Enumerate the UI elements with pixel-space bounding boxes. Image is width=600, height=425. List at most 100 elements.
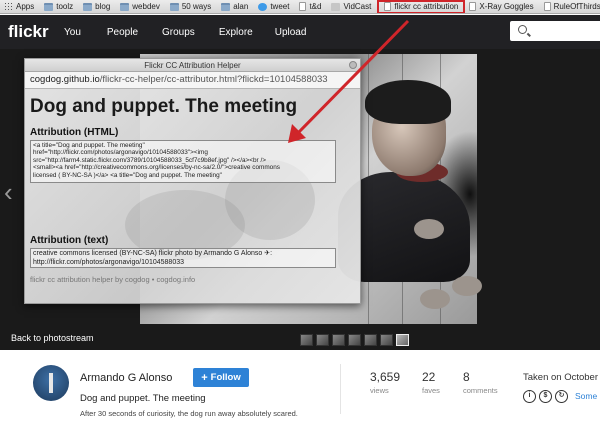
cc-sa-icon[interactable]: ↻ xyxy=(555,390,568,403)
bookmark-t-d[interactable]: t&d xyxy=(295,0,327,13)
taken-on-date: Taken on October xyxy=(523,372,598,383)
bookmark-vidcast[interactable]: VidCast xyxy=(327,0,377,13)
apps-icon xyxy=(4,2,13,11)
owner-name[interactable]: Armando G Alonso xyxy=(80,372,172,384)
stat-label: comments xyxy=(463,386,498,395)
stat-label: faves xyxy=(422,386,440,395)
code-line: href="http://flickr.com/photos/argonavig… xyxy=(33,149,208,157)
search-input[interactable] xyxy=(510,21,600,41)
photo-title: Dog and puppet. The meeting xyxy=(80,393,206,404)
folder-icon xyxy=(169,2,179,11)
code-line: src="http://farm4.static.flickr.com/3789… xyxy=(33,156,266,164)
photo-description: After 30 seconds of curiosity, the dog r… xyxy=(80,409,298,418)
photostream-thumbnail[interactable] xyxy=(332,334,345,346)
html-attribution-textarea[interactable]: <a title="Dog and puppet. The meeting" hr… xyxy=(30,140,336,183)
photo-title-heading: Dog and puppet. The meeting xyxy=(30,96,298,117)
photostream-thumbnail[interactable] xyxy=(364,334,377,346)
popup-content: Dog and puppet. The meeting Attribution … xyxy=(25,90,360,303)
bookmark-apps[interactable]: Apps xyxy=(0,0,40,13)
vidcast-icon xyxy=(331,2,341,11)
some-rights-link[interactable]: Some r xyxy=(575,391,600,401)
flickr-logo[interactable]: flickr xyxy=(8,22,64,42)
url-host: cogdog.github.io xyxy=(30,74,100,85)
license-icons[interactable]: i $ ↻ xyxy=(523,390,568,403)
bookmark-toolz[interactable]: toolz xyxy=(40,0,79,13)
photostream-thumbnail[interactable] xyxy=(396,334,409,346)
text-attribution-textarea[interactable]: creative commons licensed (BY-NC-SA) fli… xyxy=(30,248,336,268)
window-close-icon[interactable] xyxy=(349,61,357,69)
page-icon xyxy=(384,2,392,11)
code-line: <small><a href="http://creativecommons.o… xyxy=(33,164,280,172)
nav-upload[interactable]: Upload xyxy=(275,27,307,38)
previous-photo-icon[interactable]: ‹ xyxy=(4,177,13,208)
bookmark-label: flickr cc attribution xyxy=(394,2,459,11)
photostream-thumbnail[interactable] xyxy=(348,334,361,346)
text-attribution-label: Attribution (text) xyxy=(30,235,109,246)
url-bar[interactable]: cogdog.github.io/flickr-cc-helper/cc-att… xyxy=(25,72,360,89)
window-titlebar: Flickr CC Attribution Helper xyxy=(25,59,360,72)
bookmark-flickr-cc-attribution[interactable]: flickr cc attribution xyxy=(377,0,466,13)
html-attribution-label: Attribution (HTML) xyxy=(30,127,119,138)
photo-footer: Back to photostream xyxy=(0,329,600,350)
bookmark-label: tweet xyxy=(270,2,290,11)
bookmark-label: VidCast xyxy=(343,2,372,11)
nav-explore[interactable]: Explore xyxy=(219,27,253,38)
nav-you[interactable]: You xyxy=(64,27,81,38)
puppet-hand xyxy=(420,289,450,309)
bookmark-label: webdev xyxy=(132,2,160,11)
photo-info-section: Armando G Alonso + Follow Dog and puppet… xyxy=(0,350,600,425)
follow-label: Follow xyxy=(210,372,241,383)
cc-nc-icon[interactable]: $ xyxy=(539,390,552,403)
photostream-thumbnail[interactable] xyxy=(380,334,393,346)
page-icon xyxy=(543,2,551,11)
folder-icon xyxy=(221,2,231,11)
flickr-navbar: flickr You People Groups Explore Upload xyxy=(0,15,600,49)
nav-groups[interactable]: Groups xyxy=(162,27,195,38)
stat-value: 22 xyxy=(422,370,436,384)
photostream-thumbnail[interactable] xyxy=(300,334,313,346)
bookmark-x-ray-goggles[interactable]: X-Ray Goggles xyxy=(465,0,539,13)
bookmark-label: alan xyxy=(233,2,249,11)
bookmark-label: blog xyxy=(95,2,111,11)
url-path: /flickr-cc-helper/cc-attributor.html?fli… xyxy=(99,74,328,85)
bookmarks-bar: Apps toolz blog webdev 50 ways alan tweet t&d Vi… xyxy=(0,0,600,14)
stat-label: views xyxy=(370,386,389,395)
puppet-hair xyxy=(365,80,451,124)
stat-value: 3,659 xyxy=(370,370,401,384)
divider xyxy=(340,364,341,414)
follow-button[interactable]: + Follow xyxy=(193,368,249,387)
back-to-photostream-link[interactable]: Back to photostream xyxy=(11,333,94,343)
stat-value: 8 xyxy=(463,370,470,384)
search-icon[interactable] xyxy=(518,25,527,34)
bookmark-ruleofthirds[interactable]: RuleOfThirds xyxy=(540,0,600,13)
photostream-thumbnails xyxy=(300,334,409,346)
bookmark-webdev[interactable]: webdev xyxy=(116,0,166,13)
nav-people[interactable]: People xyxy=(107,27,138,38)
bookmark-label: X-Ray Goggles xyxy=(479,2,534,11)
folder-icon xyxy=(44,2,54,11)
bookmark-label: toolz xyxy=(56,2,74,11)
plus-icon: + xyxy=(201,371,208,384)
bookmark-label: Apps xyxy=(16,2,35,11)
stat-faves: 22 faves xyxy=(422,370,440,395)
bookmark-50-ways[interactable]: 50 ways xyxy=(166,0,217,13)
attribution-helper-window: Flickr CC Attribution Helper cogdog.gith… xyxy=(24,58,361,304)
code-line: <a title="Dog and puppet. The meeting" xyxy=(33,142,145,149)
bookmark-blog[interactable]: blog xyxy=(79,0,116,13)
avatar[interactable] xyxy=(33,365,69,401)
folder-icon xyxy=(120,2,130,11)
photostream-thumbnail[interactable] xyxy=(316,334,329,346)
helper-credit[interactable]: flickr cc attribution helper by cogdog •… xyxy=(30,275,195,284)
stat-views: 3,659 views xyxy=(370,370,400,395)
puppet-hand xyxy=(414,219,444,239)
text-line: http://flickr.com/photos/argonavigo/1010… xyxy=(33,258,184,266)
cc-info-icon[interactable]: i xyxy=(523,390,536,403)
puppet-hand xyxy=(452,276,482,296)
bookmark-alan[interactable]: alan xyxy=(217,0,254,13)
window-title: Flickr CC Attribution Helper xyxy=(144,61,241,70)
page-icon xyxy=(299,2,307,11)
code-line: licensed ( BY-NC-SA )</a> <a title="Dog … xyxy=(33,171,222,179)
bookmark-label: RuleOfThirds xyxy=(553,2,600,11)
bookmark-tweet[interactable]: tweet xyxy=(254,0,295,13)
twitter-icon xyxy=(258,2,268,11)
